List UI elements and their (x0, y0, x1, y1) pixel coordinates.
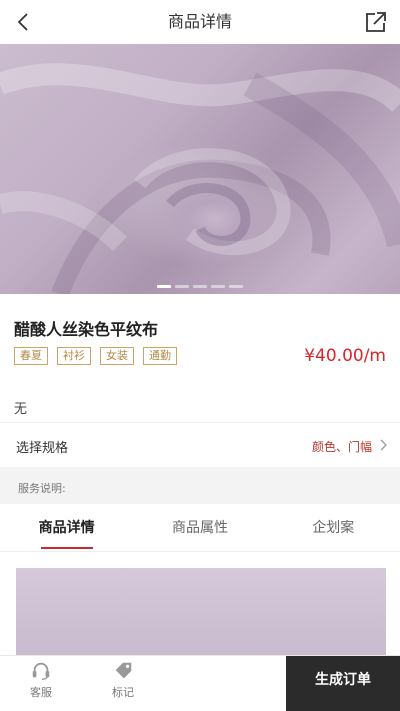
tab-product-attributes[interactable]: 商品属性 (133, 504, 266, 551)
headset-icon (32, 662, 50, 680)
top-navigation-bar: 商品详情 (0, 0, 400, 44)
select-spec-row[interactable]: 选择规格 颜色、门幅 (0, 423, 400, 467)
tag-badge: 女装 (100, 347, 134, 365)
spec-label: 选择规格 (16, 441, 69, 456)
share-icon[interactable] (364, 10, 388, 34)
carousel-indicator (0, 285, 400, 288)
tag-badge: 春夏 (14, 347, 48, 365)
tag-icon (115, 662, 132, 679)
spec-value: 颜色、门幅 (311, 440, 372, 454)
tab-planning[interactable]: 企划案 (267, 504, 400, 551)
product-tags: 春夏 衬衫 女装 通勤 (14, 347, 184, 365)
detail-image (16, 568, 386, 668)
bookmark-button[interactable]: 标记 (98, 660, 148, 700)
product-description: 无 (14, 402, 28, 417)
carousel-dot[interactable] (175, 285, 189, 288)
detail-tabs: 商品详情 商品属性 企划案 (0, 504, 400, 552)
carousel-dot[interactable] (157, 285, 171, 288)
product-price: ¥40.00/m (304, 346, 386, 366)
product-name: 醋酸人丝染色平纹布 (14, 320, 159, 339)
carousel-dot[interactable] (229, 285, 243, 288)
carousel-dot[interactable] (193, 285, 207, 288)
bottom-action-bar: 客服 标记 生成订单 (0, 655, 400, 711)
carousel-dot[interactable] (211, 285, 225, 288)
customer-service-label: 客服 (30, 686, 52, 699)
generate-order-button[interactable]: 生成订单 (286, 656, 400, 711)
tab-product-details[interactable]: 商品详情 (0, 504, 133, 551)
tag-badge: 通勤 (143, 347, 177, 365)
service-section: 服务说明: (0, 467, 400, 504)
page-title: 商品详情 (167, 12, 232, 31)
chevron-right-icon (380, 439, 387, 451)
product-image-carousel[interactable] (0, 44, 400, 294)
tag-badge: 衬衫 (57, 347, 91, 365)
service-label: 服务说明: (18, 482, 66, 495)
fabric-image (0, 63, 400, 294)
bookmark-label: 标记 (112, 686, 134, 699)
customer-service-button[interactable]: 客服 (16, 660, 66, 700)
